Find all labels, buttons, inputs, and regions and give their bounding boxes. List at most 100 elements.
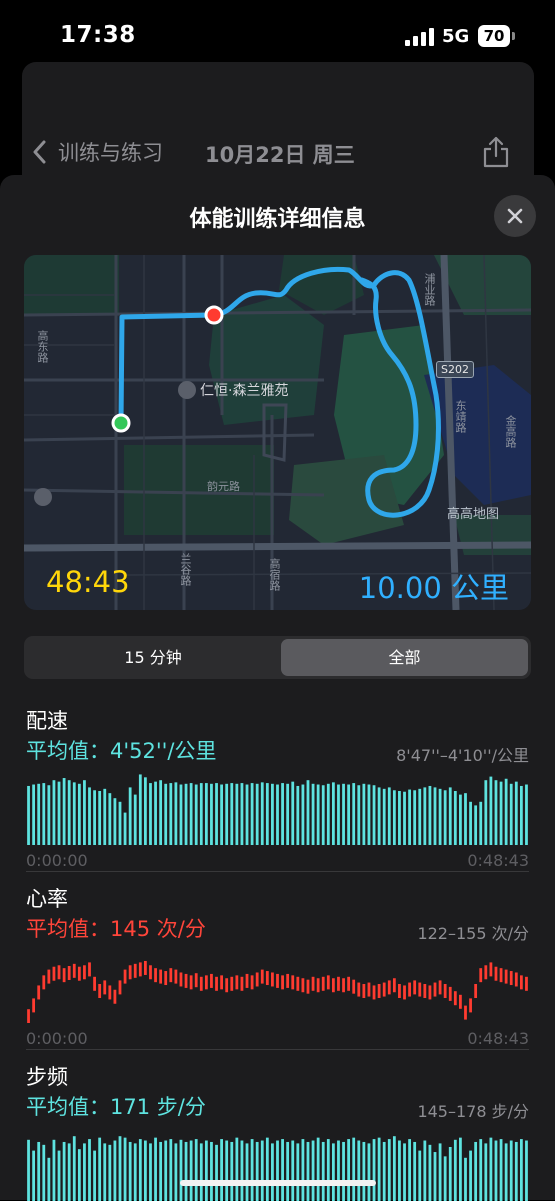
chart-bar [408, 982, 411, 997]
chart-bar [144, 960, 147, 975]
chart-bar [113, 989, 117, 1004]
chart-bar [128, 787, 132, 845]
heart-rate-chart[interactable] [26, 951, 529, 1023]
chart-bar [164, 783, 168, 845]
back-button[interactable]: 训练与练习 [32, 137, 163, 167]
heart-rate-range: 122–155 次/分 [417, 924, 529, 943]
home-indicator[interactable] [180, 1180, 376, 1186]
chart-bar [149, 1143, 152, 1201]
chart-bar [32, 1150, 36, 1201]
chart-bar [225, 783, 229, 845]
chart-bar [72, 1136, 76, 1201]
chart-bar [220, 1139, 223, 1201]
workout-duration: 48:43 [46, 565, 130, 599]
chart-bar [453, 1139, 457, 1201]
chart-bar [301, 784, 305, 845]
chart-bar [37, 1141, 41, 1201]
chart-bar [154, 968, 157, 983]
chart-bar [499, 1139, 503, 1201]
cadence-title: 步频 [26, 1065, 68, 1089]
chart-bar [184, 973, 188, 988]
map-poi[interactable]: 仁恒·森兰雅苑 [178, 380, 288, 400]
pace-section: 配速 平均值：4'52''/公里 8'47''–4'10''/公里 0:00:0… [26, 705, 529, 870]
chart-bar [27, 1139, 30, 1201]
chart-bar [382, 982, 386, 997]
chart-bar [250, 783, 254, 845]
chart-bar [108, 985, 112, 1000]
chart-bar [377, 984, 381, 998]
segment-15-min[interactable]: 15 分钟 [27, 639, 279, 676]
chart-bar [118, 801, 122, 845]
pace-chart[interactable] [26, 773, 529, 845]
chart-bar [362, 1141, 366, 1201]
chart-bar [225, 1140, 229, 1201]
chart-bar [47, 969, 51, 984]
chart-bar [316, 784, 320, 845]
chart-bar [321, 785, 325, 845]
time-range-segmented-control[interactable]: 15 分钟 全部 [24, 636, 531, 679]
battery-icon: 70 [478, 25, 510, 47]
chart-bar [210, 973, 213, 988]
pace-title: 配速 [26, 709, 68, 733]
chart-bar [331, 782, 335, 845]
chart-bar [306, 1141, 310, 1201]
chart-bar [159, 1141, 163, 1201]
chart-bar [479, 968, 483, 983]
chart-bar [311, 1140, 315, 1201]
chart-bar [418, 1150, 422, 1201]
chart-bar [199, 783, 203, 845]
chart-bar [271, 972, 274, 987]
chart-bar [428, 1144, 432, 1201]
chart-bar [245, 784, 249, 845]
chart-bar [260, 1140, 264, 1201]
chart-bar [484, 965, 488, 980]
chart-bar [438, 980, 442, 995]
chart-bar [225, 978, 229, 993]
chart-bar [342, 978, 345, 993]
chart-bar [108, 1144, 112, 1201]
road-label-right-a: 浦业路 [423, 273, 436, 306]
chart-bar [464, 1157, 467, 1201]
chart-bar [154, 1137, 157, 1201]
residence-icon [178, 381, 196, 399]
chart-bar [387, 787, 391, 845]
chart-bar [235, 1137, 239, 1201]
cadence-average: 平均值：171 步/分 [26, 1095, 206, 1119]
chart-bar [504, 1143, 508, 1201]
highway-shield: S202 [436, 361, 474, 378]
route-map[interactable]: 高东路 韵元路 兰谷路 高宿路 浦业路 东靖路 金高路 S202 仁恒·森兰雅苑… [24, 255, 531, 610]
chart-bar [301, 978, 305, 993]
chart-bar [352, 1137, 356, 1201]
section-divider [26, 871, 529, 872]
chart-bar [509, 1140, 513, 1201]
chart-bar [83, 780, 86, 845]
chart-bar [438, 1143, 442, 1201]
chart-bar [123, 969, 127, 984]
chart-bar [484, 780, 488, 845]
chart-bar [367, 784, 371, 845]
chart-bar [499, 968, 503, 983]
chart-bar [301, 1139, 305, 1201]
chart-bar [118, 980, 122, 995]
chart-bar [413, 980, 417, 995]
cadence-chart[interactable] [26, 1129, 529, 1201]
share-icon[interactable] [482, 136, 510, 168]
chart-bar [438, 788, 442, 845]
chart-bar [362, 984, 366, 998]
chart-bar [525, 784, 528, 845]
back-label: 训练与练习 [58, 141, 163, 165]
segment-all[interactable]: 全部 [281, 639, 528, 676]
chart-bar [184, 783, 188, 845]
chart-bar [479, 1139, 483, 1201]
chart-bar [67, 1143, 71, 1201]
chart-bar [52, 780, 56, 845]
chart-bar [93, 1150, 96, 1201]
pace-average: 平均值：4'52''/公里 [26, 739, 217, 763]
chart-bar [164, 971, 168, 986]
chart-bar [210, 1141, 213, 1201]
chart-bar [357, 982, 361, 997]
close-button[interactable] [494, 195, 536, 237]
chart-bar [235, 783, 239, 845]
chart-bar [479, 801, 483, 845]
chart-bar [240, 976, 244, 991]
